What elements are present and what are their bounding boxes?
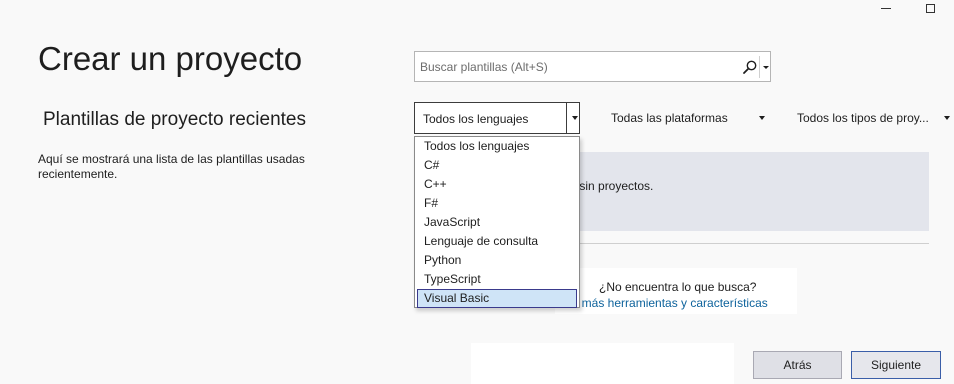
chevron-down-icon[interactable] — [571, 116, 579, 121]
search-icon[interactable] — [742, 59, 758, 75]
language-filter-separator — [566, 103, 567, 133]
language-dropdown-list: Todos los lenguajes C# C++ F# JavaScript… — [414, 136, 580, 308]
project-type-filter-value: Todos los tipos de proy... — [797, 111, 929, 125]
chevron-down-icon[interactable] — [758, 116, 766, 121]
next-button[interactable]: Siguiente — [851, 351, 941, 379]
language-option[interactable]: F# — [417, 194, 577, 213]
platform-filter-value: Todas las plataformas — [611, 111, 728, 125]
back-button[interactable]: Atrás — [753, 351, 842, 379]
project-type-filter-combo[interactable]: Todos los tipos de proy... — [797, 110, 954, 128]
maximize-icon[interactable] — [926, 4, 935, 13]
language-option[interactable]: Lenguaje de consulta — [417, 232, 577, 251]
chevron-down-icon[interactable] — [943, 116, 951, 121]
language-option[interactable]: C# — [417, 156, 577, 175]
language-option-highlighted[interactable]: Visual Basic — [417, 289, 577, 308]
recent-templates-description: Aquí se mostrará una lista de las planti… — [38, 152, 305, 181]
language-filter-combo[interactable]: Todos los lenguajes — [414, 102, 580, 134]
language-option[interactable]: Todos los lenguajes — [417, 137, 577, 156]
recent-templates-heading: Plantillas de proyecto recientes — [43, 109, 306, 130]
help-box: ¿No encuentra lo que busca? talar más he… — [555, 268, 797, 314]
install-tools-link[interactable]: talar más herramientas y características — [555, 296, 768, 310]
create-project-window: Crear un proyecto Plantillas de proyecto… — [0, 0, 954, 384]
section-divider — [560, 243, 929, 244]
language-option[interactable]: JavaScript — [417, 213, 577, 232]
language-option[interactable]: Python — [417, 251, 577, 270]
language-option[interactable]: TypeScript — [417, 270, 577, 289]
search-input[interactable] — [415, 52, 735, 81]
search-box — [414, 51, 771, 82]
platform-filter-combo[interactable]: Todas las plataformas — [611, 110, 771, 128]
search-separator — [759, 56, 760, 78]
page-title: Crear un proyecto — [38, 40, 303, 77]
language-option[interactable]: C++ — [417, 175, 577, 194]
templates-panel: cía sin proyectos. — [560, 152, 929, 231]
search-options-chevron-icon[interactable] — [762, 61, 770, 73]
language-filter-value: Todos los lenguajes — [423, 112, 529, 126]
help-question: ¿No encuentra lo que busca? — [599, 280, 757, 294]
blank-area — [471, 343, 734, 384]
minimize-icon[interactable] — [881, 8, 891, 9]
